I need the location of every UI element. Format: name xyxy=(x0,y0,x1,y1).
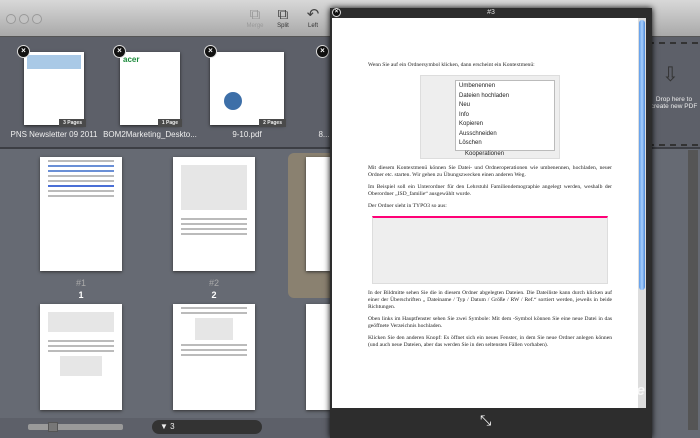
preview-title: #3 xyxy=(487,9,495,16)
merge-icon: ⧉ xyxy=(249,6,261,23)
page-count-badge: 1 Page xyxy=(157,119,182,127)
split-label: Split xyxy=(277,23,289,29)
zoom-window-button[interactable] xyxy=(32,14,42,24)
split-icon: ⧉ xyxy=(277,6,289,23)
page-number: 2 xyxy=(211,290,217,300)
remove-file-button[interactable]: × xyxy=(113,45,126,58)
page-thumbnail-2[interactable] xyxy=(173,157,255,271)
menu-item: Info xyxy=(459,111,470,118)
paragraph: Im Beispiel soll ein Unterordner für den… xyxy=(368,184,612,197)
close-window-button[interactable] xyxy=(6,14,16,24)
left-label: Left xyxy=(307,23,318,29)
page-label: #1 xyxy=(75,278,86,288)
paragraph: Klicken Sie den anderen Knopf: Es öffnet… xyxy=(368,335,612,348)
menu-item: Dateien hochladen xyxy=(459,92,510,99)
page-count: 3 xyxy=(170,422,175,431)
page-count-badge: 2 Pages xyxy=(259,119,286,127)
main-scrollbar[interactable] xyxy=(688,150,698,430)
menu-item: Kopieren xyxy=(459,121,484,127)
remove-file-button[interactable]: × xyxy=(316,45,329,58)
file-thumbnail[interactable]: 2 Pages xyxy=(210,52,286,127)
triangle-down-icon: ▼ xyxy=(160,422,171,431)
paragraph: Wenn Sie auf ein Ordnersymbol klicken, d… xyxy=(368,62,535,68)
fullscreen-icon[interactable]: ⤡ xyxy=(480,412,491,429)
paragraph: Der Ordner sieht in TYPO3 so aus: xyxy=(368,203,447,209)
rotate-left-button[interactable]: ↶ Left xyxy=(298,6,328,29)
merge-label: Merge xyxy=(246,23,264,29)
preview-window: × #3 Wenn Sie auf ein Ordnersymbol klicke… xyxy=(330,8,652,438)
page-count-badge: 3 Pages xyxy=(59,119,86,127)
page-count-pill[interactable]: ▼ 3 xyxy=(152,420,262,434)
page-thumbnail-5[interactable] xyxy=(173,304,255,410)
merge-button[interactable]: ⧉ Merge xyxy=(240,6,270,29)
page-thumbnail-4[interactable] xyxy=(40,304,122,410)
menu-item: Ausschneiden xyxy=(459,130,497,137)
download-tray-icon: ⇩ xyxy=(662,64,679,86)
menu-item: Neu xyxy=(459,102,471,108)
remove-file-button[interactable]: × xyxy=(17,45,30,58)
page-thumbnail-1[interactable] xyxy=(40,157,122,271)
menu-item: Kooperationen xyxy=(465,150,505,157)
typo3-screenshot xyxy=(372,216,608,284)
drop-zone[interactable]: ⇩ Drop here to create new PDF xyxy=(648,42,698,146)
page-thumbnail-6[interactable] xyxy=(306,304,330,410)
paragraph: Mit diesem Kontextmenü können Sie Datei-… xyxy=(368,165,612,178)
slider-knob[interactable] xyxy=(48,422,58,432)
file-name: 9-10.pdf xyxy=(232,130,262,139)
page-thumbnail-3[interactable] xyxy=(306,157,330,271)
rotate-left-icon: ↶ xyxy=(306,6,320,23)
scrollbar-thumb[interactable] xyxy=(639,20,645,290)
paragraph: Oben links im Hauptfenster sehen Sie zwe… xyxy=(368,316,612,329)
menu-item: Löschen xyxy=(459,140,482,146)
remove-file-button[interactable]: × xyxy=(204,45,217,58)
file-name: BOM2Marketing_Deskto... xyxy=(103,130,197,139)
thumbnail-size-slider[interactable] xyxy=(28,422,123,432)
pdf-page: Wenn Sie auf ein Ordnersymbol klicken, d… xyxy=(332,18,638,408)
file-thumbnail[interactable]: acer 1 Page xyxy=(120,52,182,127)
context-menu-screenshot: Umbenennen Dateien hochladen Neu Info Ko… xyxy=(420,75,560,159)
drop-zone-label: Drop here to create new PDF xyxy=(650,96,698,110)
file-name: 8... xyxy=(318,130,330,139)
menu-item: Umbenennen xyxy=(459,83,496,89)
close-preview-button[interactable]: × xyxy=(332,8,341,17)
preview-scrollbar[interactable] xyxy=(638,18,646,408)
minimize-window-button[interactable] xyxy=(19,14,29,24)
watermark: PConline xyxy=(580,382,646,399)
page-label: #2 xyxy=(208,278,219,288)
file-name: PNS Newsletter 09 2011 xyxy=(10,130,98,139)
split-button[interactable]: ⧉ Split xyxy=(268,6,298,29)
paragraph: In der Bildmitte sehen Sie die in diesem… xyxy=(368,290,612,310)
file-thumbnail[interactable]: 3 Pages xyxy=(24,52,86,127)
page-number: 1 xyxy=(78,290,84,300)
